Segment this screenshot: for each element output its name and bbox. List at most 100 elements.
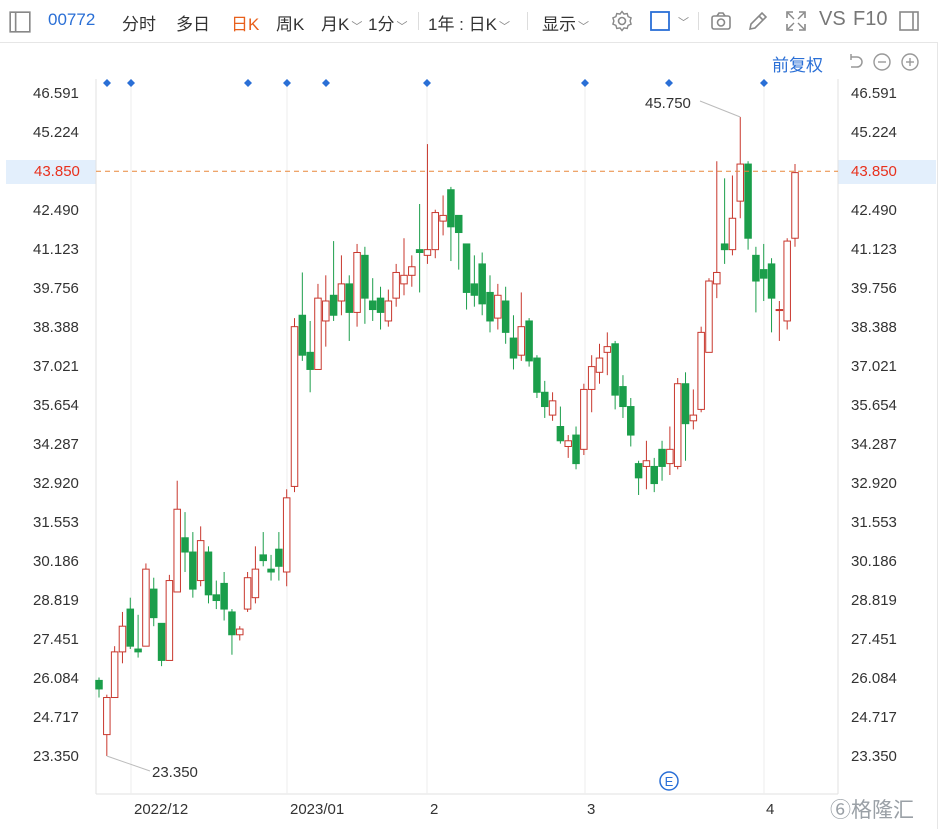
candle-body: [689, 414, 698, 422]
candle-body: [791, 172, 799, 239]
event-diamond-icon: [423, 79, 431, 87]
candle-body: [110, 651, 119, 699]
candle-body: [470, 283, 479, 296]
candle-body: [783, 240, 791, 322]
candle-body: [705, 280, 713, 353]
y-tick-label-right: 34.287: [851, 436, 897, 453]
candle-body: [134, 648, 142, 653]
candle-body: [275, 548, 283, 567]
max-price-label: 45.750: [645, 95, 691, 112]
candle-body: [384, 300, 393, 322]
candle-body: [775, 309, 784, 312]
candle-body: [650, 465, 658, 485]
y-tick-label-left: 23.350: [33, 748, 79, 765]
candle-body: [462, 243, 471, 293]
candle-body: [204, 551, 213, 596]
candle-body: [243, 577, 252, 610]
candle-body: [603, 346, 612, 353]
candle-body: [752, 254, 760, 282]
candle-body: [681, 383, 690, 425]
candle-body: [447, 189, 455, 228]
candle-body: [556, 426, 565, 442]
side-panel-edge: [937, 42, 944, 829]
max-price-leader: [699, 100, 741, 118]
x-tick-label: 4: [766, 801, 774, 818]
candlestick-chart[interactable]: 46.591 46.591 45.224 45.224 42.490 42.490 41.1…: [0, 0, 944, 829]
candle-body: [673, 383, 682, 467]
candle-body: [572, 434, 580, 465]
candle-body: [196, 540, 205, 582]
y-tick-label-right: 31.553: [851, 514, 897, 531]
y-tick-label-left: 38.388: [33, 319, 79, 336]
candle-body: [392, 271, 400, 299]
y-tick-label-left: 45.224: [33, 124, 79, 141]
event-diamond-icon: [127, 79, 135, 87]
event-diamond-icon: [244, 79, 252, 87]
min-price-label: 23.350: [152, 764, 198, 781]
candle-body: [634, 463, 643, 479]
y-tick-label-left: 42.490: [33, 202, 79, 219]
y-tick-label-right: 26.084: [851, 670, 897, 687]
candle-body: [494, 294, 502, 319]
candle-body: [713, 271, 721, 285]
candle-body: [525, 320, 533, 362]
y-tick-label-left: 31.553: [33, 514, 79, 531]
candle-body: [165, 580, 174, 661]
candle-body: [298, 314, 307, 356]
candle-body: [767, 263, 776, 299]
x-tick-label: 2022/12: [134, 801, 188, 818]
candle-body: [408, 266, 416, 276]
y-tick-label-left: 27.451: [33, 631, 79, 648]
candle-body: [486, 291, 494, 322]
candle-body: [361, 254, 369, 299]
y-tick-label-left: 28.819: [33, 592, 79, 609]
candle-body: [720, 243, 729, 251]
candle-body: [744, 163, 752, 239]
y-tick-label-right: 32.920: [851, 475, 897, 492]
candle-body: [118, 625, 127, 653]
candle-body: [439, 214, 447, 222]
event-diamond-icon: [581, 79, 589, 87]
y-tick-label-right: 23.350: [851, 748, 897, 765]
y-tick-label-right: 38.388: [851, 319, 897, 336]
candle-body: [501, 300, 510, 333]
candle-body: [666, 448, 674, 465]
candle-body: [595, 357, 604, 373]
x-tick-label: 2023/01: [290, 801, 344, 818]
candle-body: [322, 300, 330, 322]
candle-body: [736, 163, 745, 202]
event-diamond-icon: [322, 79, 330, 87]
y-tick-label-right: 24.717: [851, 709, 897, 726]
candle-body: [126, 608, 135, 647]
candle-body: [220, 582, 228, 610]
x-tick-label: 3: [587, 801, 595, 818]
y-tick-label-left: 37.021: [33, 358, 79, 375]
candle-body: [149, 588, 158, 619]
candle-body: [282, 497, 291, 573]
candle-body: [517, 326, 526, 356]
candle-body: [353, 251, 361, 313]
y-tick-label-right: 42.490: [851, 202, 897, 219]
candle-body: [423, 249, 432, 256]
candle-body: [400, 274, 408, 285]
candle-body: [142, 568, 150, 647]
candle-body: [627, 406, 635, 436]
candle-body: [95, 679, 103, 690]
y-tick-label-left: 35.654: [33, 397, 79, 414]
candle-body: [619, 386, 627, 408]
candle-body: [564, 440, 572, 447]
event-diamond-icon: [283, 79, 291, 87]
candle-body: [431, 212, 440, 251]
y-tick-label-left: 32.920: [33, 475, 79, 492]
candle-body: [337, 283, 346, 302]
candle-body: [157, 622, 166, 661]
candle-body: [658, 448, 666, 467]
candle-body: [376, 297, 385, 313]
event-e-label: E: [665, 774, 674, 789]
min-price-leader: [106, 755, 151, 772]
y-tick-label-left: 39.756: [33, 280, 79, 297]
event-diamond-icon: [665, 79, 673, 87]
y-tick-label-left: 34.287: [33, 436, 79, 453]
candle-body: [314, 297, 322, 370]
event-diamond-icon: [760, 79, 768, 87]
